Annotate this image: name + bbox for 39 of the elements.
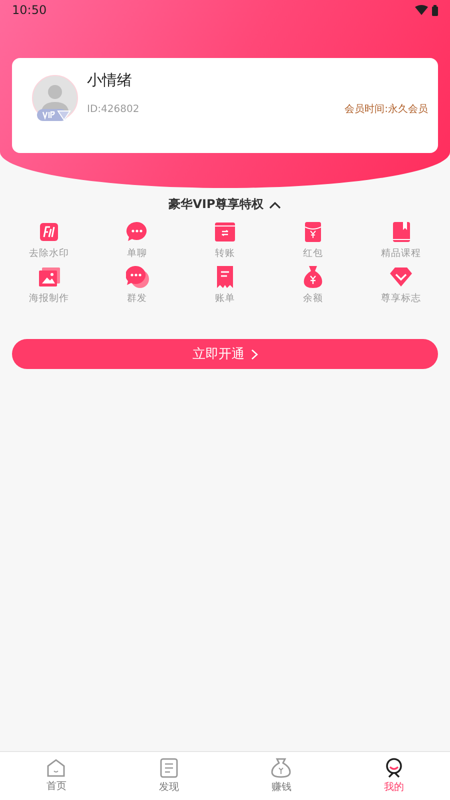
privilege-label[interactable]: 海报制作 <box>29 292 69 305</box>
person-icon <box>384 758 403 778</box>
privilege-label[interactable]: 余额 <box>303 292 323 305</box>
caret-icon[interactable] <box>269 200 282 208</box>
group-chat-icon <box>126 266 148 288</box>
membership-time: 会员时间:永久会员 <box>344 102 428 116</box>
vip-badge-icon <box>37 108 71 122</box>
privilege-label[interactable]: 账单 <box>215 292 235 305</box>
transfer-icon <box>215 221 235 243</box>
privilege-label[interactable]: 群发 <box>127 292 147 305</box>
money-bag-icon <box>303 266 323 288</box>
nav-tab[interactable]: 赚钱 <box>225 752 338 800</box>
envelope-icon <box>305 221 321 243</box>
privilege-label[interactable]: 去除水印 <box>29 247 69 260</box>
document-icon <box>160 758 178 778</box>
picture-icon <box>38 266 60 288</box>
status-time: 10:50 <box>12 3 47 17</box>
user-name: 小情绪 <box>87 71 133 90</box>
privilege-label[interactable]: 尊享标志 <box>381 292 421 305</box>
chat-bubble-icon <box>126 221 148 243</box>
watermark-icon <box>40 221 58 243</box>
privileges-title: 豪华VIP尊享特权 <box>168 196 264 213</box>
privilege-label[interactable]: 精品课程 <box>381 247 421 260</box>
wifi-icon <box>415 5 428 15</box>
nav-tab[interactable]: 我的 <box>338 752 450 800</box>
nav-tab[interactable]: 发现 <box>112 752 225 800</box>
diamond-icon <box>390 266 412 288</box>
open-vip-button[interactable]: 立即开通 <box>12 339 438 369</box>
home-icon <box>46 759 66 777</box>
privilege-label[interactable]: 转账 <box>215 247 235 260</box>
privilege-label[interactable]: 红包 <box>303 247 323 260</box>
nav-tab[interactable]: 首页 <box>0 752 112 800</box>
privilege-label[interactable]: 单聊 <box>127 247 147 260</box>
book-icon <box>392 221 410 243</box>
bill-icon <box>217 266 233 288</box>
user-id: ID:426802 <box>87 104 140 114</box>
money-bag-icon <box>271 758 292 778</box>
battery-icon <box>432 4 438 16</box>
chevron-right-icon <box>250 348 258 360</box>
